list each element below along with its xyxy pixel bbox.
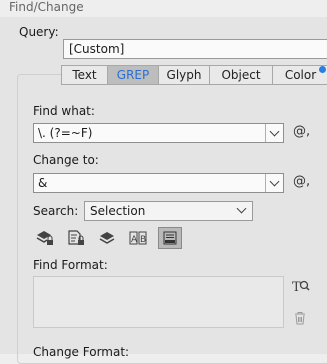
search-label: Search: — [33, 204, 79, 218]
change-to-dropdown[interactable] — [265, 174, 283, 192]
special-characters-find-icon[interactable]: @, — [293, 124, 310, 139]
change-to-label: Change to: — [33, 153, 99, 167]
search-scope-value: Selection — [90, 204, 146, 218]
find-what-field[interactable]: \. (?=~F) — [33, 123, 284, 143]
query-label: Query: — [19, 25, 59, 39]
find-format-box[interactable] — [33, 276, 284, 328]
query-combo[interactable]: [Custom] — [63, 39, 327, 59]
find-format-label: Find Format: — [33, 258, 108, 272]
find-what-label: Find what: — [33, 104, 95, 118]
include-locked-layers-icon — [36, 231, 53, 245]
change-to-value: & — [38, 176, 48, 190]
include-footnotes-icon — [163, 231, 177, 245]
clear-find-format-button[interactable] — [293, 311, 307, 328]
tab-grep[interactable]: GREP — [108, 65, 159, 85]
svg-text:A: A — [131, 235, 138, 245]
chevron-down-icon — [236, 203, 247, 214]
tab-object[interactable]: Object — [210, 65, 273, 85]
trash-icon — [295, 312, 305, 325]
include-hidden-layers-button[interactable] — [97, 228, 117, 248]
svg-text:B: B — [140, 235, 146, 245]
change-to-field[interactable]: & — [33, 173, 284, 193]
include-locked-stories-icon — [68, 230, 84, 245]
title-bar: Find/Change — [0, 0, 327, 17]
tab-bar: Text GREP Glyph Object Color — [61, 65, 327, 85]
include-master-pages-icon: A B — [129, 231, 147, 245]
include-locked-layers-button[interactable] — [35, 228, 55, 248]
find-what-value: \. (?=~F) — [38, 126, 93, 140]
include-master-pages-button[interactable]: A B — [128, 228, 148, 248]
include-locked-stories-button[interactable] — [66, 228, 86, 248]
chevron-down-icon — [269, 126, 280, 137]
notification-dot — [319, 66, 326, 73]
include-hidden-layers-icon — [99, 232, 115, 244]
specify-attributes-find-button[interactable]: T — [292, 278, 310, 297]
svg-text:T: T — [292, 280, 301, 294]
chevron-down-icon — [269, 176, 280, 187]
search-scope-select[interactable]: Selection — [84, 201, 253, 221]
change-format-label: Change Format: — [33, 345, 130, 359]
window-title: Find/Change — [9, 0, 84, 14]
format-search-icon: T — [292, 280, 310, 295]
tab-glyph[interactable]: Glyph — [159, 65, 210, 85]
special-characters-change-icon[interactable]: @, — [293, 174, 310, 189]
find-what-dropdown[interactable] — [265, 124, 283, 142]
include-footnotes-button[interactable] — [158, 227, 182, 249]
tab-text[interactable]: Text — [61, 65, 108, 85]
